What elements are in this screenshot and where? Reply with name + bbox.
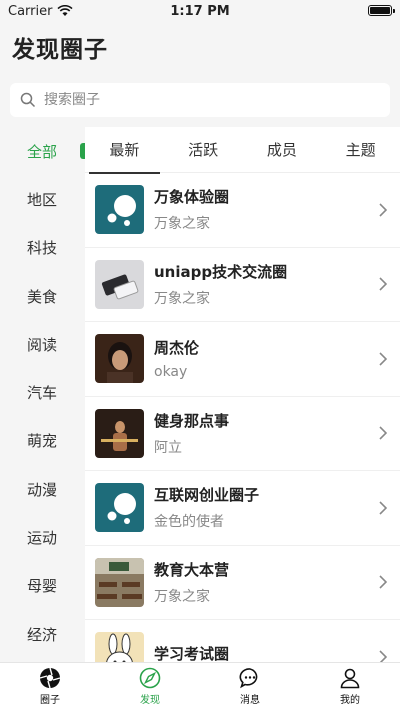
- portrait-photo: [95, 334, 144, 384]
- cartoon-photo: [95, 632, 144, 662]
- category-all[interactable]: 全部: [0, 127, 85, 175]
- tabbar-label: 发现: [140, 695, 160, 706]
- category-anime[interactable]: 动漫: [0, 465, 85, 513]
- list-item[interactable]: 学习考试圈: [85, 620, 400, 662]
- tab-topics[interactable]: 主题: [321, 127, 400, 173]
- category-region[interactable]: 地区: [0, 175, 85, 223]
- search-icon: [20, 92, 36, 108]
- tabbar-label: 消息: [240, 695, 260, 706]
- logo-icon: [95, 483, 144, 533]
- search-input[interactable]: [44, 92, 364, 108]
- chevron-right-icon: [374, 426, 392, 440]
- category-economy[interactable]: 经济: [0, 610, 85, 658]
- category-sports[interactable]: 运动: [0, 513, 85, 561]
- tab-latest[interactable]: 最新: [85, 127, 164, 174]
- list-item[interactable]: 周杰伦 okay: [85, 322, 400, 397]
- sort-tabs: 最新 活跃 成员 主题: [85, 127, 400, 174]
- page-title: 发现圈子: [12, 37, 108, 63]
- aperture-icon: [39, 667, 61, 689]
- status-time: 1:17 PM: [170, 3, 230, 19]
- chevron-right-icon: [374, 203, 392, 217]
- circle-title: 万象体验圈: [154, 188, 230, 207]
- circle-title: 学习考试圈: [154, 645, 230, 662]
- circle-title: uniapp技术交流圈: [154, 262, 288, 281]
- chat-icon: [239, 668, 258, 689]
- list-item[interactable]: 互联网创业圈子 金色的使者: [85, 471, 400, 546]
- chevron-right-icon: [374, 575, 392, 589]
- tabbar-messages[interactable]: 消息: [200, 663, 300, 710]
- tabbar-label: 圈子: [40, 695, 60, 706]
- device-photo: [95, 259, 144, 309]
- compass-icon: [139, 667, 161, 689]
- fitness-photo: [95, 408, 144, 458]
- category-food[interactable]: 美食: [0, 272, 85, 320]
- category-sidebar: 全部 地区 科技 美食 阅读 汽车 萌宠 动漫 运动 母婴 经济: [0, 127, 85, 662]
- circle-owner: 万象之家: [154, 216, 210, 233]
- tabbar-profile[interactable]: 我的: [300, 663, 400, 710]
- list-item[interactable]: 万象体验圈 万象之家: [85, 173, 400, 248]
- category-tech[interactable]: 科技: [0, 224, 85, 272]
- circle-owner: 阿立: [154, 439, 182, 456]
- category-reading[interactable]: 阅读: [0, 320, 85, 368]
- list-item[interactable]: uniapp技术交流圈 万象之家: [85, 248, 400, 322]
- circle-list-panel: 最新 活跃 成员 主题 万象体验圈 万象之家 uniapp技术交流圈 万象之家 …: [85, 127, 400, 662]
- tab-members[interactable]: 成员: [243, 127, 322, 173]
- user-icon: [340, 668, 360, 689]
- tabbar-circles[interactable]: 圈子: [0, 663, 100, 710]
- classroom-photo: [95, 557, 144, 607]
- circle-title: 互联网创业圈子: [154, 486, 260, 505]
- circle-title: 健身那点事: [154, 411, 230, 430]
- tabbar-discover[interactable]: 发现: [100, 663, 200, 710]
- circle-title: 周杰伦: [154, 339, 200, 358]
- circle-owner: 万象之家: [154, 290, 210, 307]
- list-item[interactable]: 教育大本营 万象之家: [85, 546, 400, 620]
- category-cars[interactable]: 汽车: [0, 368, 85, 416]
- bottom-tab-bar: 圈子 发现 消息 我的: [0, 662, 400, 710]
- chevron-right-icon: [374, 501, 392, 515]
- category-maternity[interactable]: 母婴: [0, 562, 85, 610]
- tabbar-label: 我的: [340, 695, 360, 706]
- logo-icon: [95, 185, 144, 235]
- circle-owner: okay: [154, 364, 188, 381]
- circle-owner: 金色的使者: [154, 514, 224, 531]
- chevron-right-icon: [374, 650, 392, 662]
- search-bar[interactable]: [10, 83, 390, 117]
- status-bar: Carrier 1:17 PM: [0, 0, 400, 22]
- circle-owner: 万象之家: [154, 588, 210, 605]
- battery-icon: [368, 5, 395, 16]
- tab-active[interactable]: 活跃: [164, 127, 243, 173]
- category-pets[interactable]: 萌宠: [0, 417, 85, 465]
- chevron-right-icon: [374, 277, 392, 291]
- circle-title: 教育大本营: [154, 560, 230, 579]
- chevron-right-icon: [374, 352, 392, 366]
- list-item[interactable]: 健身那点事 阿立: [85, 397, 400, 471]
